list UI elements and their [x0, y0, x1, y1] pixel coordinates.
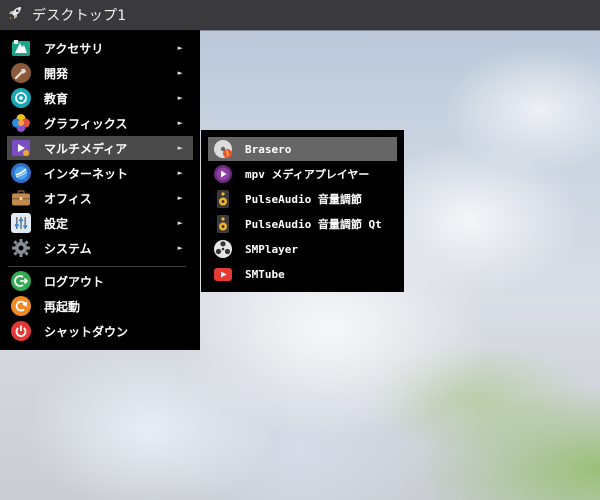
speaker-icon — [213, 189, 233, 209]
menu-item-label: システム — [44, 241, 92, 256]
settings-icon — [11, 213, 31, 233]
menu-item-label: マルチメディア — [44, 141, 128, 156]
speaker-icon — [213, 214, 233, 234]
desktop-title: デスクトップ1 — [32, 8, 127, 24]
submenu-arrow-icon: ► — [177, 69, 183, 77]
menu-separator — [8, 266, 186, 267]
submenu-item-label: SMPlayer — [245, 242, 298, 256]
menu-item-system[interactable]: システム ► — [7, 236, 193, 260]
menu-item-accessories[interactable]: アクセサリ ► — [7, 36, 193, 60]
menu-item-label: シャットダウン — [44, 324, 129, 339]
menu-item-restart[interactable]: 再起動 — [7, 294, 193, 318]
submenu-arrow-icon: ► — [177, 169, 183, 177]
menu-item-label: 教育 — [44, 91, 69, 106]
rocket-icon — [7, 5, 23, 25]
menu-item-office[interactable]: オフィス ► — [7, 186, 193, 210]
submenu-item-pulseaudio[interactable]: PulseAudio 音量調節 — [208, 187, 397, 211]
graphics-icon — [11, 113, 31, 133]
menu-item-internet[interactable]: インターネット ► — [7, 161, 193, 185]
internet-icon — [11, 163, 31, 183]
submenu-item-mpv[interactable]: mpv メディアプレイヤー — [208, 162, 397, 186]
smplayer-icon — [213, 239, 233, 259]
menu-item-label: インターネット — [44, 166, 129, 181]
submenu-arrow-icon: ► — [177, 144, 183, 152]
menu-launcher-button[interactable] — [0, 0, 30, 30]
top-panel: デスクトップ1 — [0, 0, 600, 30]
application-menu: アクセサリ ► 開発 ► 教育 ► グラフィックス ► マルチメディア ► イン… — [0, 30, 200, 350]
submenu-arrow-icon: ► — [177, 219, 183, 227]
office-icon — [11, 188, 31, 208]
submenu-item-label: SMTube — [245, 267, 285, 281]
system-icon — [11, 238, 31, 258]
submenu-arrow-icon: ► — [177, 44, 183, 52]
multimedia-icon — [11, 138, 31, 158]
brasero-icon — [213, 139, 233, 159]
menu-item-shutdown[interactable]: シャットダウン — [7, 319, 193, 343]
mpv-icon — [213, 164, 233, 184]
menu-item-development[interactable]: 開発 ► — [7, 61, 193, 85]
restart-icon — [11, 296, 31, 316]
submenu-item-smplayer[interactable]: SMPlayer — [208, 237, 397, 261]
submenu-item-label: mpv メディアプレイヤー — [245, 168, 370, 181]
submenu-item-label: Brasero — [245, 142, 292, 156]
submenu-arrow-icon: ► — [177, 244, 183, 252]
submenu-item-pulseaudio-qt[interactable]: PulseAudio 音量調節 Qt — [208, 212, 397, 236]
submenu-item-label: PulseAudio 音量調節 Qt — [245, 218, 382, 231]
submenu-arrow-icon: ► — [177, 194, 183, 202]
submenu-arrow-icon: ► — [177, 119, 183, 127]
menu-item-label: 開発 — [44, 66, 69, 81]
submenu-item-smtube[interactable]: SMTube — [208, 262, 397, 286]
menu-item-label: グラフィックス — [44, 116, 128, 131]
menu-item-education[interactable]: 教育 ► — [7, 86, 193, 110]
education-icon — [11, 88, 31, 108]
menu-item-multimedia[interactable]: マルチメディア ► — [7, 136, 193, 160]
submenu-arrow-icon: ► — [177, 94, 183, 102]
menu-item-settings[interactable]: 設定 ► — [7, 211, 193, 235]
menu-item-label: アクセサリ — [44, 41, 104, 56]
menu-item-label: 再起動 — [44, 299, 81, 314]
submenu-item-brasero[interactable]: Brasero — [208, 137, 397, 161]
shutdown-icon — [11, 321, 31, 341]
menu-item-label: ログアウト — [44, 274, 105, 289]
menu-item-graphics[interactable]: グラフィックス ► — [7, 111, 193, 135]
logout-icon — [11, 271, 31, 291]
development-icon — [11, 63, 31, 83]
menu-item-label: 設定 — [44, 216, 69, 231]
menu-item-logout[interactable]: ログアウト — [7, 269, 193, 293]
smtube-icon — [213, 264, 233, 284]
accessories-icon — [11, 38, 31, 58]
multimedia-submenu: Brasero mpv メディアプレイヤー PulseAudio 音量調節 Pu… — [201, 130, 404, 292]
submenu-item-label: PulseAudio 音量調節 — [245, 193, 362, 206]
menu-item-label: オフィス — [44, 191, 92, 206]
